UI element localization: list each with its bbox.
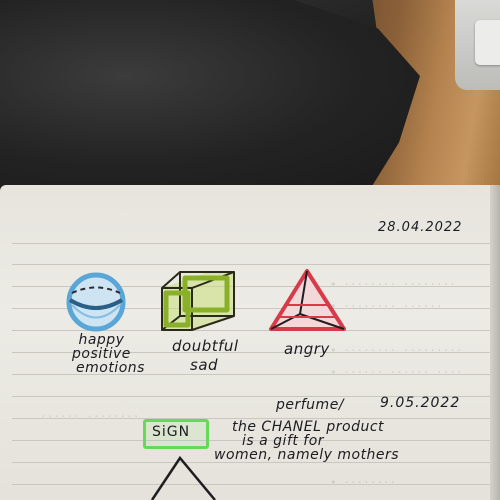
photo-scene: • ········ ········ • ········ ······ • … bbox=[0, 0, 500, 500]
sphere-drawing bbox=[66, 272, 126, 332]
cube-drawing bbox=[161, 271, 235, 331]
pyramid-drawing bbox=[269, 269, 346, 331]
triangle-sketch bbox=[150, 455, 216, 500]
drawings-layer bbox=[66, 269, 346, 500]
